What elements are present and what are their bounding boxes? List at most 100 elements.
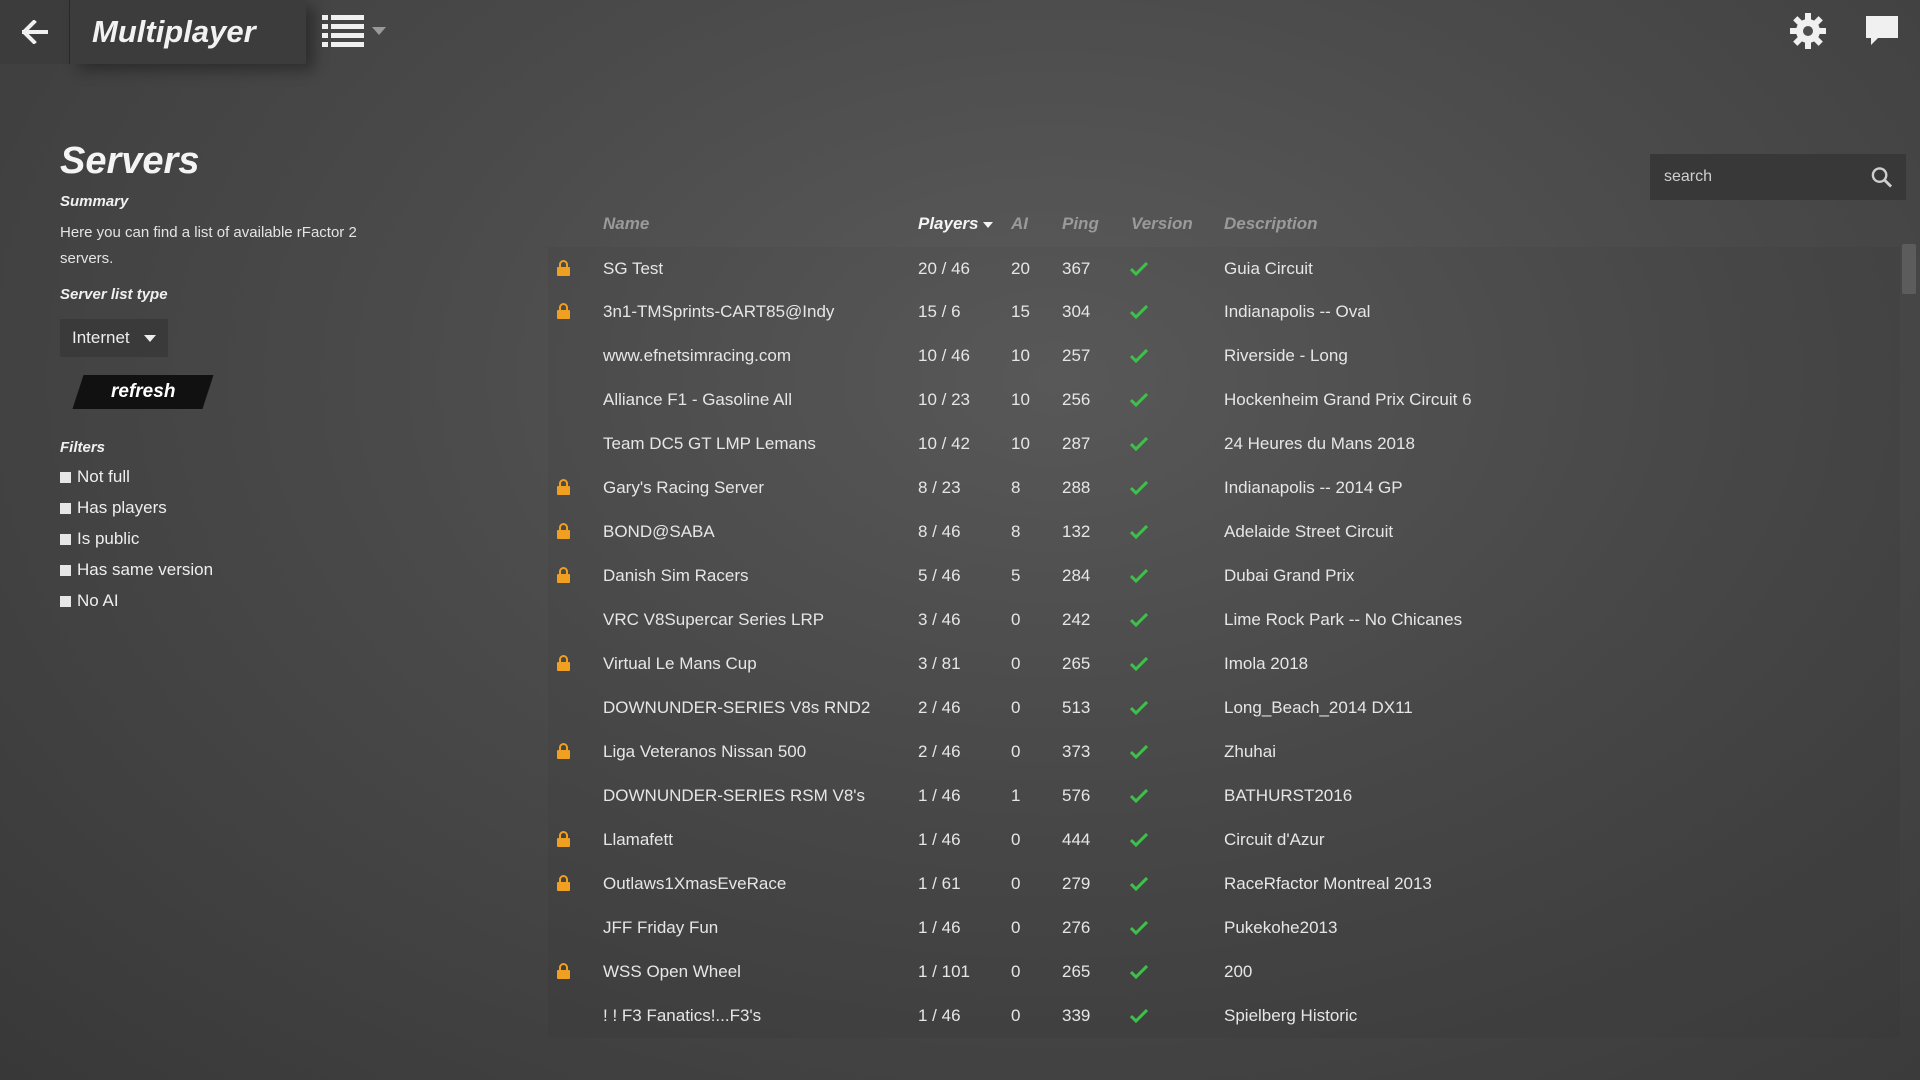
table-row[interactable]: Team DC5 GT LMP Lemans 10 / 42 10 287 24 Heu…: [548, 422, 1900, 466]
server-name: Llamafett: [603, 830, 673, 849]
caret-down-icon: [143, 334, 156, 342]
filter-not-full[interactable]: Not full: [60, 467, 420, 487]
server-ping: 513: [1062, 698, 1091, 717]
server-name: ! ! F3 Fanatics!...F3's: [603, 1006, 762, 1025]
filter-has-same-version[interactable]: Has same version: [60, 560, 420, 580]
search-input[interactable]: [1664, 168, 1871, 186]
server-description: Riverside - Long: [1224, 346, 1348, 365]
back-arrow-icon: [21, 20, 48, 44]
lock-icon: [557, 567, 570, 588]
filter-is-public[interactable]: Is public: [60, 529, 420, 549]
server-name: Gary's Racing Server: [603, 478, 765, 497]
lock-icon: [557, 260, 570, 281]
table-row[interactable]: Alliance F1 - Gasoline All 10 / 23 10 256 Ho…: [548, 378, 1900, 422]
server-players: 1 / 101: [918, 962, 970, 981]
chat-icon: [1866, 16, 1898, 45]
table-row[interactable]: JFF Friday Fun 1 / 46 0 276 Pukekohe2013: [548, 906, 1900, 950]
server-ping: 276: [1062, 918, 1091, 937]
server-list-type-heading: Server list type: [60, 286, 168, 303]
app-title: Multiplayer: [92, 14, 256, 49]
table-row[interactable]: 3n1-TMSprints-CART85@Indy 15 / 6 15 304 Indi…: [548, 290, 1900, 334]
lock-icon: [557, 303, 570, 324]
server-ai: 8: [1011, 522, 1021, 541]
checkbox[interactable]: [60, 595, 71, 607]
server-ai: 0: [1011, 962, 1021, 981]
server-description: Lime Rock Park -- No Chicanes: [1224, 610, 1463, 629]
lock-icon: [557, 875, 570, 896]
table-row[interactable]: WSS Open Wheel 1 / 101 0 265 200: [548, 950, 1900, 994]
server-description: Dubai Grand Prix: [1224, 566, 1355, 585]
search-box[interactable]: [1650, 154, 1906, 200]
sort-desc-icon: [983, 221, 994, 228]
server-name: DOWNUNDER-SERIES RSM V8's: [603, 786, 866, 805]
server-ping: 256: [1062, 390, 1091, 409]
server-name: SG Test: [603, 259, 664, 278]
server-description: Imola 2018: [1224, 654, 1309, 673]
check-icon: [1129, 392, 1149, 412]
lock-icon: [557, 963, 570, 984]
server-table: Name Players AI Ping Version Description…: [548, 206, 1900, 1040]
table-row[interactable]: DOWNUNDER-SERIES V8s RND2 2 / 46 0 513 Long_…: [548, 686, 1900, 730]
server-players: 1 / 46: [918, 830, 961, 849]
lock-icon: [557, 523, 570, 544]
table-row[interactable]: Outlaws1XmasEveRace 1 / 61 0 279 RaceRfactor…: [548, 862, 1900, 906]
lock-icon: [557, 655, 570, 676]
filter-no-ai[interactable]: No AI: [60, 591, 420, 611]
refresh-button[interactable]: refresh: [72, 375, 214, 409]
column-header-version[interactable]: Version: [1131, 214, 1193, 234]
server-ping: 444: [1062, 830, 1091, 849]
server-players: 1 / 61: [918, 874, 961, 893]
table-row[interactable]: ! ! F3 Fanatics!...F3's 1 / 46 0 339 Spielbe…: [548, 994, 1900, 1038]
settings-button[interactable]: [1790, 13, 1826, 54]
checkbox[interactable]: [60, 564, 71, 576]
server-description: Hockenheim Grand Prix Circuit 6: [1224, 390, 1472, 409]
check-icon: [1129, 261, 1149, 281]
table-row[interactable]: www.efnetsimracing.com 10 / 46 10 257 Rivers…: [548, 334, 1900, 378]
back-button[interactable]: [0, 0, 70, 64]
server-players: 2 / 46: [918, 742, 961, 761]
check-icon: [1129, 656, 1149, 676]
table-row[interactable]: Virtual Le Mans Cup 3 / 81 0 265 Imola 2018: [548, 642, 1900, 686]
server-description: BATHURST2016: [1224, 786, 1353, 805]
column-header-players[interactable]: Players: [918, 214, 994, 234]
table-row[interactable]: Llamafett 1 / 46 0 444 Circuit d'Azur: [548, 818, 1900, 862]
column-header-description[interactable]: Description: [1224, 214, 1318, 234]
checkbox[interactable]: [60, 502, 71, 514]
check-icon: [1129, 964, 1149, 984]
server-name: Team DC5 GT LMP Lemans: [603, 434, 816, 453]
table-header: Name Players AI Ping Version Description: [548, 206, 1900, 246]
server-players: 5 / 46: [918, 566, 961, 585]
table-row[interactable]: SG Test 20 / 46 20 367 Guia Circuit: [548, 246, 1900, 290]
server-players: 10 / 46: [918, 346, 970, 365]
summary-heading: Summary: [60, 193, 129, 210]
check-icon: [1129, 304, 1149, 324]
table-scrollbar[interactable]: [1902, 244, 1916, 294]
server-list-type-select[interactable]: Internet: [60, 319, 168, 357]
table-row[interactable]: BOND@SABA 8 / 46 8 132 Adelaide Street Circu…: [548, 510, 1900, 554]
server-description: Adelaide Street Circuit: [1224, 522, 1394, 541]
list-view-button[interactable]: [322, 14, 386, 48]
table-row[interactable]: DOWNUNDER-SERIES RSM V8's 1 / 46 1 576 BATHU…: [548, 774, 1900, 818]
column-header-ping[interactable]: Ping: [1062, 214, 1099, 234]
server-players: 3 / 46: [918, 610, 961, 629]
table-row[interactable]: Danish Sim Racers 5 / 46 5 284 Dubai Grand P…: [548, 554, 1900, 598]
search-icon[interactable]: [1871, 166, 1892, 188]
column-header-players-label: Players: [918, 214, 979, 233]
checkbox[interactable]: [60, 533, 71, 545]
server-name: Virtual Le Mans Cup: [603, 654, 757, 673]
chat-button[interactable]: [1866, 16, 1898, 51]
checkbox[interactable]: [60, 471, 71, 483]
filter-has-players[interactable]: Has players: [60, 498, 420, 518]
server-ai: 20: [1011, 259, 1030, 278]
server-name: BOND@SABA: [603, 522, 715, 541]
table-row[interactable]: Liga Veteranos Nissan 500 2 / 46 0 373 Zhuha…: [548, 730, 1900, 774]
table-row[interactable]: VRC V8Supercar Series LRP 3 / 46 0 242 Lime …: [548, 598, 1900, 642]
column-header-ai[interactable]: AI: [1011, 214, 1028, 234]
filter-label: Has same version: [77, 560, 214, 579]
server-players: 1 / 46: [918, 918, 961, 937]
column-header-name[interactable]: Name: [603, 214, 649, 234]
check-icon: [1129, 1008, 1149, 1028]
server-ai: 0: [1011, 874, 1021, 893]
table-row[interactable]: Gary's Racing Server 8 / 23 8 288 Indianapol…: [548, 466, 1900, 510]
server-ai: 0: [1011, 742, 1021, 761]
